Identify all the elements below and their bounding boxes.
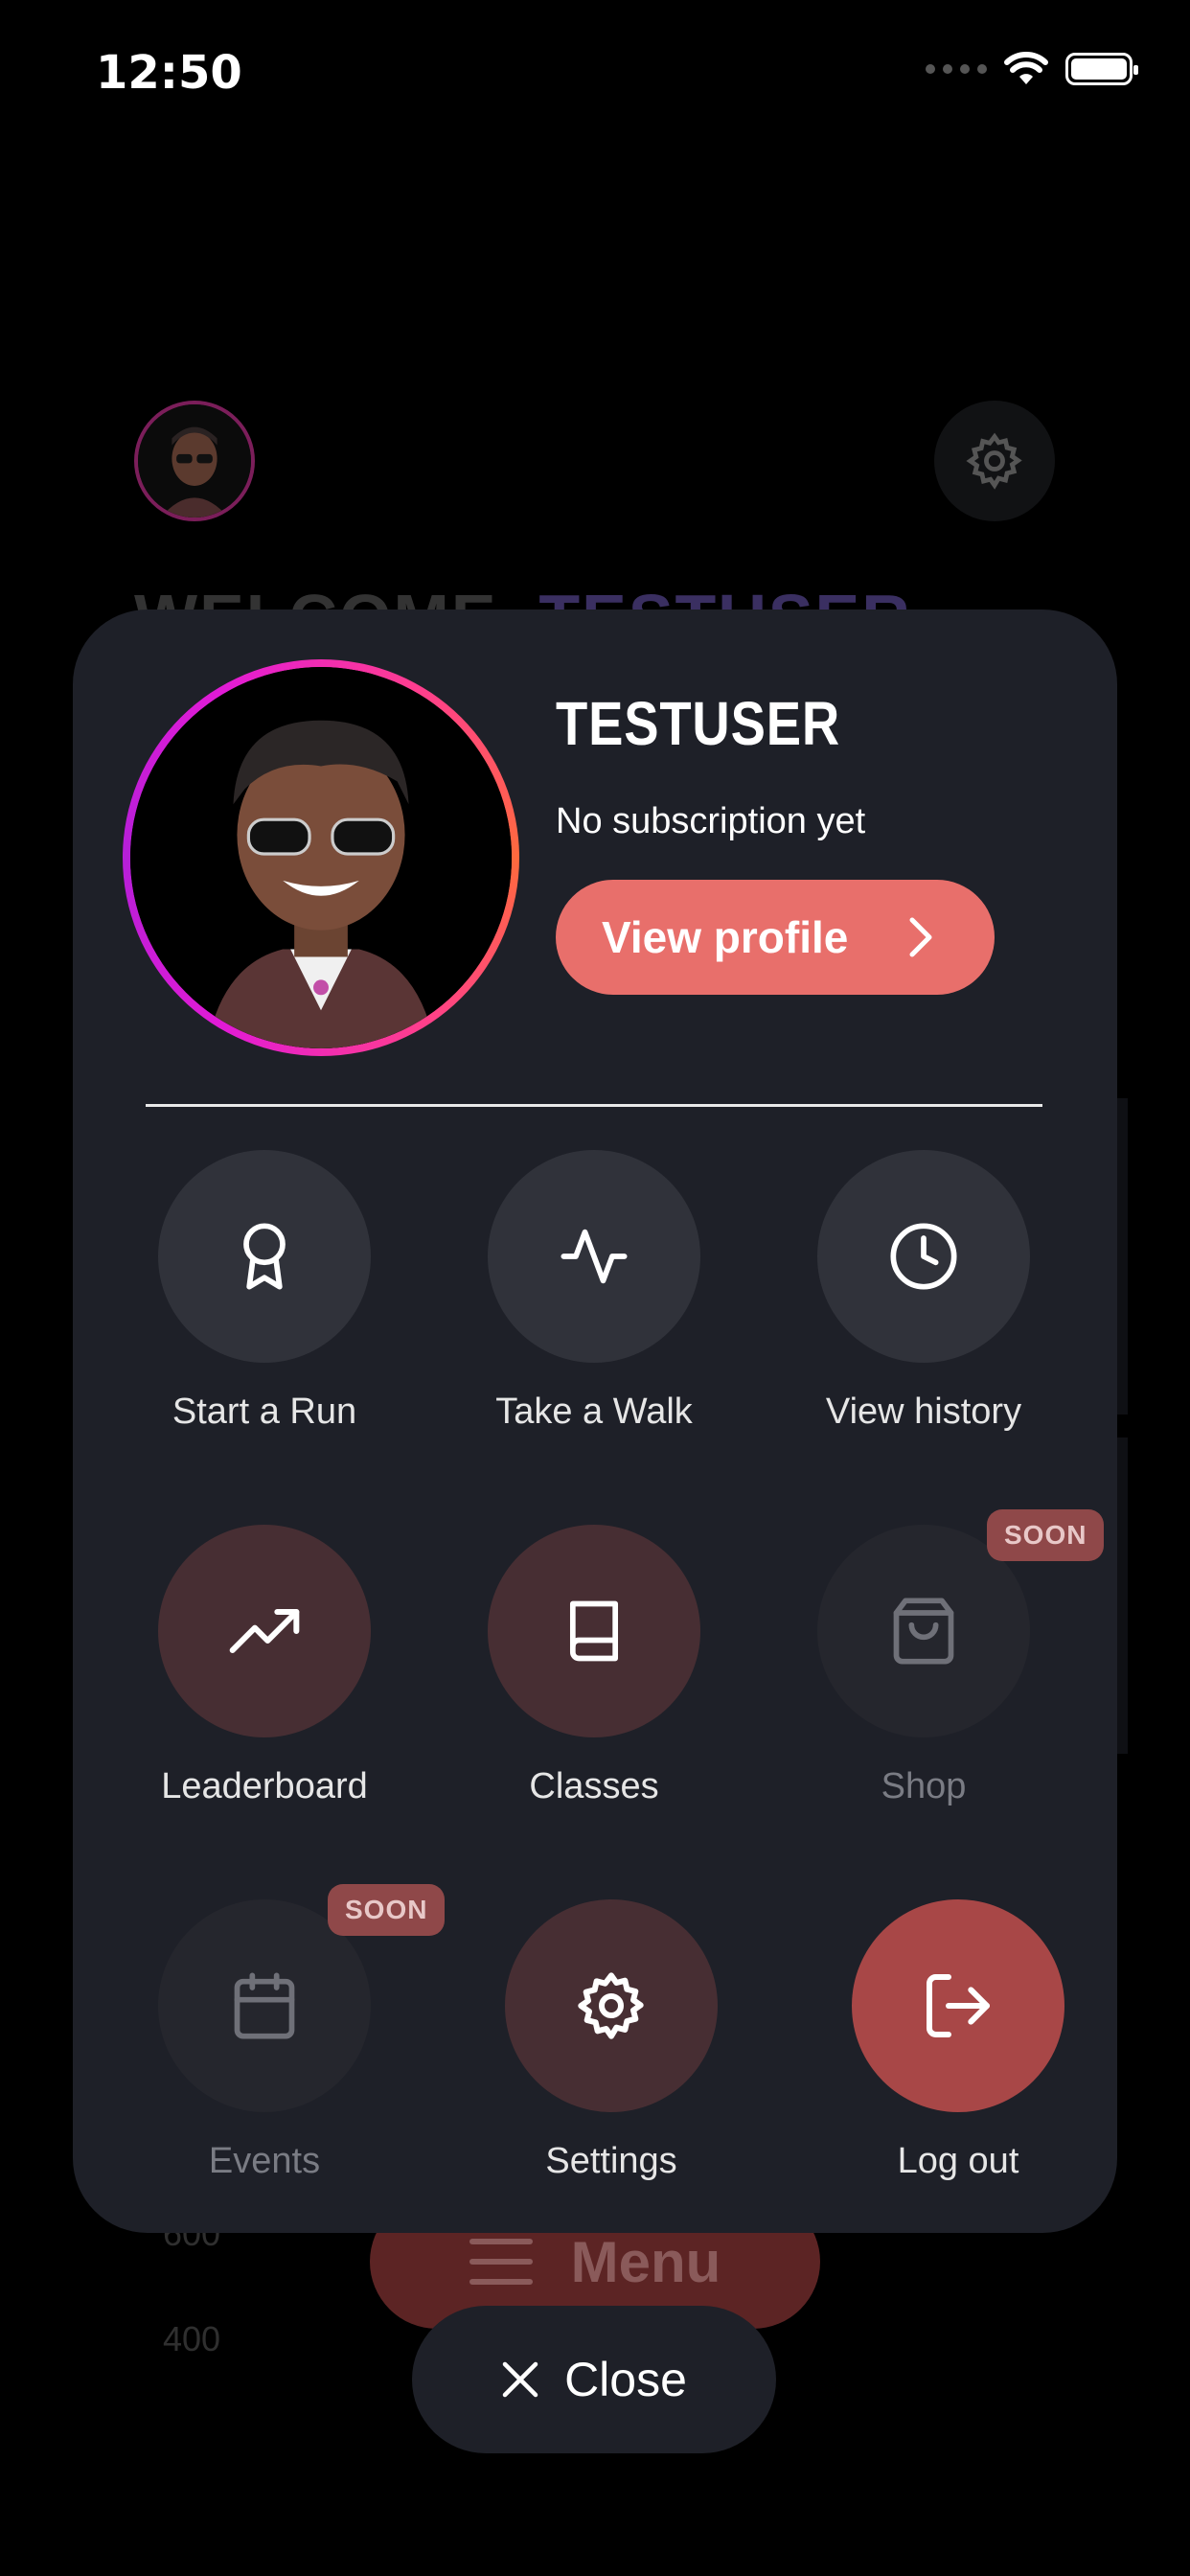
subscription-status: No subscription yet [556,801,866,841]
background-avatar [134,401,255,521]
classes-item[interactable]: Classes [450,1525,738,1807]
start-run-label: Start a Run [172,1392,357,1432]
take-walk-item[interactable]: Take a Walk [450,1150,738,1433]
shop-soon-badge: SOON [987,1509,1105,1561]
menu-sheet: TESTUSER No subscription yet View profil… [73,610,1117,2233]
settings-button[interactable] [505,1899,718,2112]
wifi-icon [1004,52,1048,84]
logout-button[interactable] [852,1899,1064,2112]
logout-label: Log out [897,2141,1019,2181]
take-walk-label: Take a Walk [495,1392,693,1432]
view-history-item[interactable]: View history [780,1150,1067,1433]
activity-icon [561,1229,628,1284]
leaderboard-button[interactable] [158,1525,371,1737]
calendar-icon [234,1972,295,2039]
clock-icon [890,1223,957,1290]
cellular-signal-icon [926,64,987,74]
background-card-edge [1116,1438,1128,1754]
settings-item[interactable]: Settings [468,1899,755,2182]
classes-label: Classes [529,1766,659,1806]
events-item: SOON Events [121,1884,446,2182]
settings-label: Settings [545,2141,677,2181]
shop-label: Shop [881,1766,967,1806]
background-card-edge [1116,1098,1128,1414]
gear-icon [578,1972,644,2039]
leaderboard-label: Leaderboard [161,1766,368,1806]
events-label: Events [208,2141,321,2181]
view-history-button[interactable] [817,1150,1030,1363]
start-run-item[interactable]: Start a Run [121,1150,408,1433]
book-icon [569,1600,619,1662]
gear-icon [966,432,1022,490]
avatar-image [130,667,512,1048]
trending-up-icon [229,1609,300,1653]
classes-button[interactable] [488,1525,700,1737]
logout-item[interactable]: Log out [814,1899,1102,2182]
shopping-bag-icon [893,1598,954,1665]
status-icons [926,52,1138,86]
status-time: 12:50 [96,46,242,100]
leaderboard-item[interactable]: Leaderboard [121,1525,408,1807]
view-profile-button[interactable]: View profile [556,880,995,995]
close-button[interactable]: Close [412,2306,776,2453]
take-walk-button[interactable] [488,1150,700,1363]
logout-icon [927,1974,990,2037]
view-profile-label: View profile [602,912,849,962]
background-settings-button [934,401,1055,521]
start-run-button[interactable] [158,1150,371,1363]
background-menu-label: Menu [570,2229,721,2294]
close-icon [502,2361,538,2398]
view-history-label: View history [825,1392,1022,1432]
divider [146,1104,1042,1107]
events-soon-badge: SOON [328,1884,446,1936]
profile-username: TESTUSER [556,689,840,758]
close-label: Close [564,2353,687,2406]
background-axis-label: 400 [163,2319,221,2358]
award-icon [243,1223,286,1290]
hamburger-icon [469,2239,533,2285]
profile-avatar[interactable] [123,659,519,1056]
chevron-right-icon [909,917,932,957]
shop-item: SOON Shop [780,1509,1105,1807]
battery-icon [1065,53,1138,85]
